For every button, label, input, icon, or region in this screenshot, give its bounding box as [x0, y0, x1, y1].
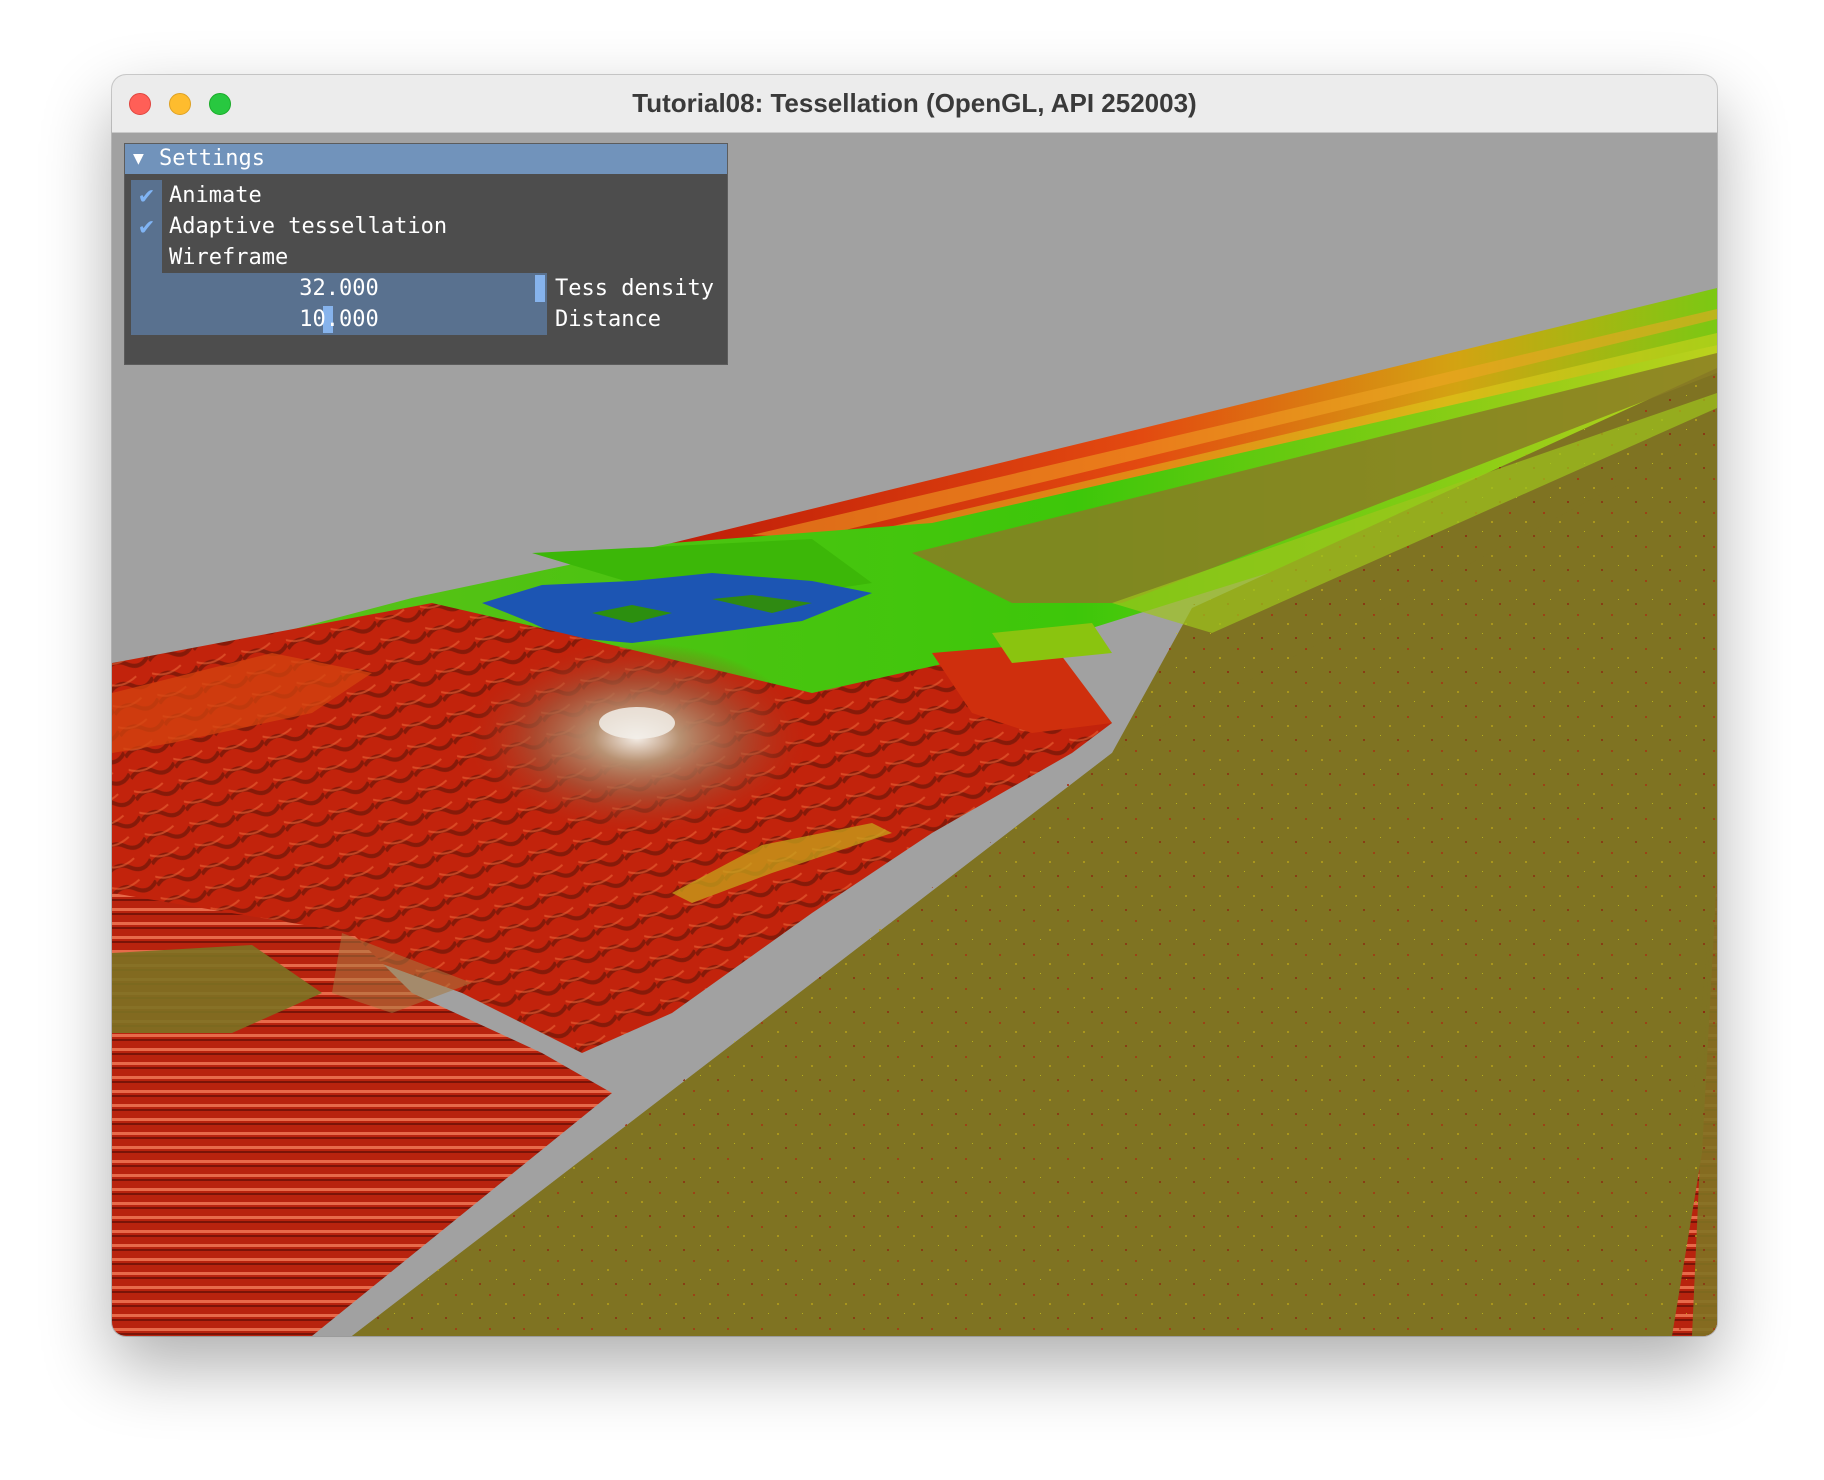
collapse-arrow-icon[interactable]: ▼ — [133, 149, 144, 169]
settings-panel: ▼ Settings ✔ Animate ✔ Adaptive tessella… — [124, 143, 728, 365]
settings-panel-header[interactable]: ▼ Settings — [125, 144, 727, 174]
distance-label: Distance — [555, 307, 661, 332]
tess-density-slider[interactable]: 32.000 — [131, 273, 547, 304]
animate-checkbox[interactable]: ✔ — [131, 180, 162, 211]
tess-density-label: Tess density — [555, 276, 714, 301]
settings-panel-title: Settings — [159, 146, 265, 171]
adaptive-tessellation-checkbox[interactable]: ✔ — [131, 211, 162, 242]
title-bar[interactable]: Tutorial08: Tessellation (OpenGL, API 25… — [112, 75, 1717, 133]
checkmark-icon: ✔ — [139, 181, 154, 209]
app-window: Tutorial08: Tessellation (OpenGL, API 25… — [112, 75, 1717, 1336]
window-title: Tutorial08: Tessellation (OpenGL, API 25… — [632, 88, 1197, 118]
render-viewport[interactable]: ▼ Settings ✔ Animate ✔ Adaptive tessella… — [112, 133, 1717, 1336]
distance-slider[interactable]: 10.000 — [131, 304, 547, 335]
distance-value: 10.000 — [299, 307, 379, 332]
tess-density-value: 32.000 — [299, 276, 379, 301]
wireframe-checkbox-row[interactable]: Wireframe — [131, 242, 691, 274]
adaptive-tessellation-label: Adaptive tessellation — [169, 214, 448, 239]
wireframe-checkbox[interactable] — [131, 242, 162, 273]
checkmark-icon: ✔ — [139, 212, 154, 240]
adaptive-tessellation-checkbox-row[interactable]: ✔ Adaptive tessellation — [131, 211, 691, 243]
wireframe-label: Wireframe — [169, 245, 289, 270]
animate-label: Animate — [169, 183, 262, 208]
animate-checkbox-row[interactable]: ✔ Animate — [131, 180, 691, 212]
